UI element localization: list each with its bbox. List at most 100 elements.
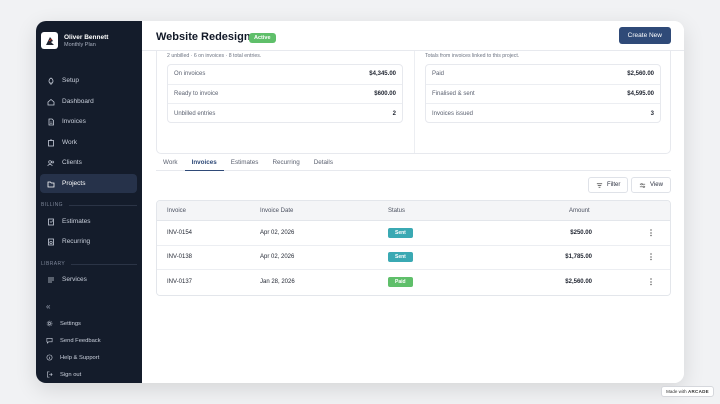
sidebar-item-label: Recurring: [62, 238, 91, 245]
stat-value: 2: [392, 110, 396, 117]
table-row[interactable]: INV-0154 Apr 02, 2026 Sent $250.00 ⋮: [157, 221, 670, 246]
summary-panel: 2 unbilled · 6 on invoices · 8 total ent…: [156, 49, 671, 154]
users-icon: [47, 159, 55, 167]
table-row[interactable]: INV-0137 Jan 28, 2026 Paid $2,560.00 ⋮: [157, 270, 670, 295]
avatar: [41, 32, 58, 49]
clipboard-icon: [47, 139, 55, 147]
column-header-invoice-date[interactable]: Invoice Date: [260, 208, 293, 214]
sidebar-footer-settings[interactable]: Settings: [46, 320, 81, 328]
stat-row-unbilled-entries: Unbilled entries 2: [168, 104, 402, 124]
billing-section-label: BILLING: [41, 202, 137, 208]
sidebar-item-estimates[interactable]: Estimates: [40, 212, 137, 231]
sidebar-item-label: Estimates: [62, 218, 91, 225]
invoice-number[interactable]: INV-0137: [167, 279, 192, 285]
page-header: Website Redesign Active Create New: [142, 21, 684, 51]
sidebar-item-clients[interactable]: Clients: [40, 153, 137, 172]
estimate-icon: [47, 218, 55, 226]
arcade-brand: ARCADE: [687, 389, 709, 394]
main-content: Website Redesign Active Create New 2 unb…: [142, 21, 684, 383]
filter-button[interactable]: Filter: [588, 177, 629, 193]
sidebar-item-services[interactable]: Services: [40, 270, 137, 289]
sidebar-footer-label: Sign out: [60, 372, 82, 378]
collapse-sidebar-icon[interactable]: «: [46, 302, 50, 311]
stat-value: $4,595.00: [627, 90, 654, 97]
more-options-icon[interactable]: ⋮: [647, 253, 655, 262]
list-icon: [47, 276, 55, 284]
sidebar-item-label: Invoices: [62, 118, 86, 125]
stat-value: $4,345.00: [369, 71, 396, 78]
column-header-invoice[interactable]: Invoice: [167, 208, 186, 214]
user-name: Oliver Bennett: [64, 33, 109, 41]
stat-label: On invoices: [174, 71, 206, 78]
stat-label: Finalised & sent: [432, 90, 475, 97]
status-badge: Sent: [388, 252, 413, 263]
stat-row-invoices-issued: Invoices issued 3: [426, 104, 660, 124]
made-with-text: Made with: [666, 389, 687, 394]
invoices-table: Invoice Invoice Date Status Amount INV-0…: [156, 200, 671, 296]
home-icon: [47, 98, 55, 106]
status-badge: Sent: [388, 227, 413, 238]
tab-estimates[interactable]: Estimates: [224, 154, 266, 171]
more-options-icon[interactable]: ⋮: [647, 278, 655, 287]
invoice-amount: $2,560.00: [565, 279, 592, 286]
stat-value: $600.00: [374, 90, 396, 97]
sidebar-item-setup[interactable]: Setup: [40, 71, 137, 90]
recurring-icon: [47, 238, 55, 246]
filter-icon: [596, 182, 603, 188]
message-icon: [46, 337, 54, 345]
create-new-button[interactable]: Create New: [618, 27, 671, 44]
stat-row-on-invoices: On invoices $4,345.00: [168, 65, 402, 85]
invoice-amount: $1,785.00: [565, 254, 592, 261]
stat-value: $2,560.00: [627, 71, 654, 78]
document-icon: [47, 118, 55, 126]
stat-label: Unbilled entries: [174, 110, 216, 117]
made-with-badge[interactable]: Made with ARCADE: [661, 386, 714, 397]
stat-label: Paid: [432, 71, 445, 78]
invoice-date: Apr 02, 2026: [260, 254, 295, 261]
user-profile[interactable]: Oliver Bennett Monthly Plan: [41, 32, 108, 49]
status-badge: Active: [249, 32, 276, 43]
tab-work[interactable]: Work: [156, 154, 185, 171]
tab-details[interactable]: Details: [307, 154, 340, 171]
sidebar-footer-sign-out[interactable]: Sign out: [46, 371, 81, 379]
table-header: Invoice Invoice Date Status Amount: [157, 201, 670, 221]
sidebar-item-label: Dashboard: [62, 98, 94, 105]
page-title: Website Redesign: [156, 31, 251, 43]
folder-icon: [47, 180, 55, 188]
sidebar-footer-send-feedback[interactable]: Send Feedback: [46, 337, 101, 345]
sidebar-item-dashboard[interactable]: Dashboard: [40, 92, 137, 111]
column-header-status[interactable]: Status: [388, 208, 405, 214]
sidebar-footer-help-support[interactable]: Help & Support: [46, 354, 99, 362]
stat-row-finalised-sent: Finalised & sent $4,595.00: [426, 85, 660, 104]
status-badge: Paid: [388, 277, 413, 288]
sidebar-footer-label: Send Feedback: [60, 338, 101, 344]
filter-label: Filter: [607, 182, 621, 188]
sidebar-item-projects[interactable]: Projects: [40, 174, 137, 193]
sidebar-item-label: Work: [62, 139, 78, 146]
invoice-number[interactable]: INV-0138: [167, 254, 192, 260]
more-options-icon[interactable]: ⋮: [647, 228, 655, 237]
tab-invoices[interactable]: Invoices: [184, 154, 224, 171]
stat-label: Invoices issued: [432, 110, 474, 117]
left-summary-subtext: 2 unbilled · 6 on invoices · 8 total ent…: [167, 53, 262, 59]
tab-recurring[interactable]: Recurring: [265, 154, 306, 171]
sidebar-footer-label: Settings: [60, 321, 81, 327]
sidebar-item-invoices[interactable]: Invoices: [40, 112, 137, 131]
invoice-date: Jan 28, 2026: [260, 279, 295, 286]
column-header-amount[interactable]: Amount: [569, 208, 590, 214]
user-plan: Monthly Plan: [64, 41, 96, 48]
sidebar-item-label: Services: [62, 276, 87, 283]
signout-icon: [46, 371, 54, 379]
invoice-totals-card: Paid $2,560.00 Finalised & sent $4,595.00 In…: [425, 64, 661, 123]
project-tabs: Work Invoices Estimates Recurring Details: [156, 154, 671, 171]
stat-row-ready-to-invoice: Ready to invoice $600.00: [168, 85, 402, 104]
view-button[interactable]: View: [631, 177, 671, 193]
invoice-number[interactable]: INV-0154: [167, 230, 192, 236]
table-row[interactable]: INV-0138 Apr 02, 2026 Sent $1,785.00 ⋮: [157, 245, 670, 270]
sidebar-item-work[interactable]: Work: [40, 133, 137, 152]
bird-logo-icon: [45, 36, 54, 45]
rocket-icon: [47, 77, 55, 85]
sidebar-item-recurring[interactable]: Recurring: [40, 232, 137, 251]
stat-row-paid: Paid $2,560.00: [426, 65, 660, 85]
app-window: Oliver Bennett Monthly Plan Setup Dashboa…: [36, 21, 684, 383]
